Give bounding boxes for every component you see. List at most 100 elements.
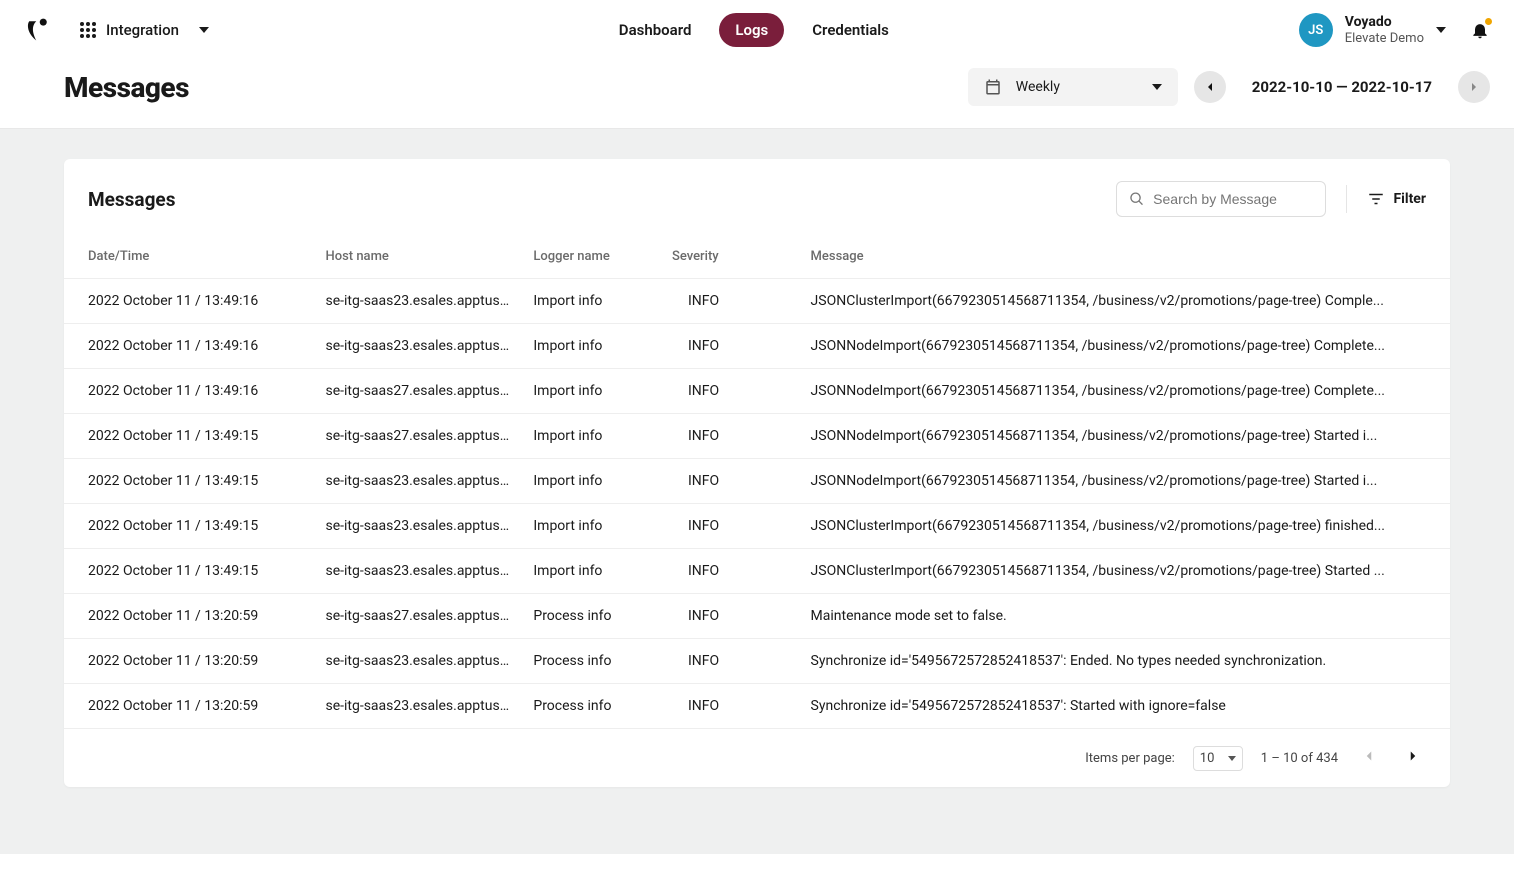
cell-host: se-itg-saas23.esales.apptus.cl... bbox=[313, 684, 521, 729]
cell-message: JSONNodeImport(6679230514568711354, /bus… bbox=[799, 324, 1450, 369]
cell-host: se-itg-saas23.esales.apptus.cl... bbox=[313, 639, 521, 684]
nav-credentials[interactable]: Credentials bbox=[796, 13, 905, 47]
cell-host: se-itg-saas23.esales.apptus.cl... bbox=[313, 279, 521, 324]
page-title: Messages bbox=[64, 71, 189, 104]
table-row[interactable]: 2022 October 11 / 13:49:15se-itg-saas23.… bbox=[64, 549, 1450, 594]
cell-message: Synchronize id='5495672572852418537': En… bbox=[799, 639, 1450, 684]
cell-severity: INFO bbox=[660, 369, 799, 414]
cell-host: se-itg-saas23.esales.apptus.cl... bbox=[313, 504, 521, 549]
period-select[interactable]: Weekly bbox=[968, 68, 1178, 106]
app-switcher[interactable]: Integration bbox=[80, 21, 209, 39]
page-next-button[interactable] bbox=[1400, 743, 1426, 773]
filter-button[interactable]: Filter bbox=[1367, 190, 1426, 208]
cell-host: se-itg-saas23.esales.apptus.cl... bbox=[313, 459, 521, 504]
cell-severity: INFO bbox=[660, 414, 799, 459]
chevron-right-icon bbox=[1404, 747, 1422, 765]
table-header-row: Date/Time Host name Logger name Severity… bbox=[64, 239, 1450, 279]
avatar: JS bbox=[1299, 13, 1333, 47]
cell-logger: Import info bbox=[521, 414, 660, 459]
col-message: Message bbox=[799, 239, 1450, 279]
table-row[interactable]: 2022 October 11 / 13:49:15se-itg-saas23.… bbox=[64, 459, 1450, 504]
caret-down-icon bbox=[1228, 756, 1236, 761]
calendar-icon bbox=[984, 78, 1002, 96]
cell-message: JSONClusterImport(6679230514568711354, /… bbox=[799, 279, 1450, 324]
date-next-button[interactable] bbox=[1458, 71, 1490, 103]
page-prev-button[interactable] bbox=[1356, 743, 1382, 773]
user-subtitle: Elevate Demo bbox=[1345, 31, 1424, 47]
col-logger: Logger name bbox=[521, 239, 660, 279]
cell-date: 2022 October 11 / 13:49:16 bbox=[64, 279, 313, 324]
apps-grid-icon bbox=[80, 22, 96, 38]
search-input[interactable] bbox=[1153, 191, 1313, 207]
items-per-page-label: Items per page: bbox=[1085, 751, 1175, 766]
chevron-right-icon bbox=[1466, 79, 1482, 95]
search-box[interactable] bbox=[1116, 181, 1326, 217]
date-range: 2022-10-10 — 2022-10-17 bbox=[1242, 78, 1442, 96]
cell-message: Maintenance mode set to false. bbox=[799, 594, 1450, 639]
divider bbox=[1346, 185, 1347, 213]
cell-host: se-itg-saas27.esales.apptus.cl... bbox=[313, 369, 521, 414]
cell-date: 2022 October 11 / 13:49:15 bbox=[64, 414, 313, 459]
cell-host: se-itg-saas23.esales.apptus.cl... bbox=[313, 549, 521, 594]
cell-message: JSONNodeImport(6679230514568711354, /bus… bbox=[799, 414, 1450, 459]
cell-message: JSONClusterImport(6679230514568711354, /… bbox=[799, 504, 1450, 549]
chevron-left-icon bbox=[1360, 747, 1378, 765]
cell-severity: INFO bbox=[660, 639, 799, 684]
cell-host: se-itg-saas23.esales.apptus.cl... bbox=[313, 324, 521, 369]
table-row[interactable]: 2022 October 11 / 13:49:16se-itg-saas23.… bbox=[64, 324, 1450, 369]
search-icon bbox=[1129, 190, 1145, 208]
cell-severity: INFO bbox=[660, 684, 799, 729]
cell-date: 2022 October 11 / 13:49:16 bbox=[64, 369, 313, 414]
page-size-select[interactable]: 10 bbox=[1193, 746, 1243, 771]
table-row[interactable]: 2022 October 11 / 13:49:16se-itg-saas23.… bbox=[64, 279, 1450, 324]
cell-host: se-itg-saas27.esales.apptus.cl... bbox=[313, 414, 521, 459]
user-name: Voyado bbox=[1345, 14, 1424, 31]
cell-host: se-itg-saas27.esales.apptus.cl... bbox=[313, 594, 521, 639]
notifications-button[interactable] bbox=[1470, 20, 1490, 40]
user-menu[interactable]: JS Voyado Elevate Demo bbox=[1299, 13, 1446, 47]
cell-date: 2022 October 11 / 13:20:59 bbox=[64, 684, 313, 729]
cell-severity: INFO bbox=[660, 504, 799, 549]
filter-label: Filter bbox=[1393, 191, 1426, 207]
cell-logger: Process info bbox=[521, 594, 660, 639]
table-row[interactable]: 2022 October 11 / 13:20:59se-itg-saas27.… bbox=[64, 594, 1450, 639]
cell-severity: INFO bbox=[660, 594, 799, 639]
table-row[interactable]: 2022 October 11 / 13:49:15se-itg-saas27.… bbox=[64, 414, 1450, 459]
cell-logger: Import info bbox=[521, 324, 660, 369]
page-size-value: 10 bbox=[1200, 751, 1215, 766]
cell-message: Synchronize id='5495672572852418537': St… bbox=[799, 684, 1450, 729]
table-row[interactable]: 2022 October 11 / 13:49:15se-itg-saas23.… bbox=[64, 504, 1450, 549]
cell-message: JSONClusterImport(6679230514568711354, /… bbox=[799, 549, 1450, 594]
cell-logger: Import info bbox=[521, 549, 660, 594]
cell-logger: Import info bbox=[521, 504, 660, 549]
cell-logger: Process info bbox=[521, 684, 660, 729]
chevron-left-icon bbox=[1202, 79, 1218, 95]
notification-dot bbox=[1485, 18, 1492, 25]
table-row[interactable]: 2022 October 11 / 13:20:59se-itg-saas23.… bbox=[64, 684, 1450, 729]
cell-severity: INFO bbox=[660, 549, 799, 594]
brand-logo bbox=[24, 16, 52, 44]
cell-date: 2022 October 11 / 13:49:15 bbox=[64, 549, 313, 594]
col-host: Host name bbox=[313, 239, 521, 279]
filter-icon bbox=[1367, 190, 1385, 208]
table-row[interactable]: 2022 October 11 / 13:20:59se-itg-saas23.… bbox=[64, 639, 1450, 684]
card-title: Messages bbox=[88, 188, 175, 211]
cell-message: JSONNodeImport(6679230514568711354, /bus… bbox=[799, 459, 1450, 504]
cell-date: 2022 October 11 / 13:49:15 bbox=[64, 459, 313, 504]
col-date: Date/Time bbox=[64, 239, 313, 279]
cell-date: 2022 October 11 / 13:49:15 bbox=[64, 504, 313, 549]
cell-severity: INFO bbox=[660, 324, 799, 369]
cell-date: 2022 October 11 / 13:49:16 bbox=[64, 324, 313, 369]
nav-dashboard[interactable]: Dashboard bbox=[603, 13, 708, 47]
col-severity: Severity bbox=[660, 239, 799, 279]
cell-logger: Process info bbox=[521, 639, 660, 684]
caret-down-icon bbox=[1152, 84, 1162, 90]
cell-severity: INFO bbox=[660, 279, 799, 324]
date-prev-button[interactable] bbox=[1194, 71, 1226, 103]
caret-down-icon bbox=[1436, 27, 1446, 33]
cell-severity: INFO bbox=[660, 459, 799, 504]
nav-logs[interactable]: Logs bbox=[719, 13, 784, 47]
app-switcher-label: Integration bbox=[106, 21, 179, 39]
table-row[interactable]: 2022 October 11 / 13:49:16se-itg-saas27.… bbox=[64, 369, 1450, 414]
cell-message: JSONNodeImport(6679230514568711354, /bus… bbox=[799, 369, 1450, 414]
